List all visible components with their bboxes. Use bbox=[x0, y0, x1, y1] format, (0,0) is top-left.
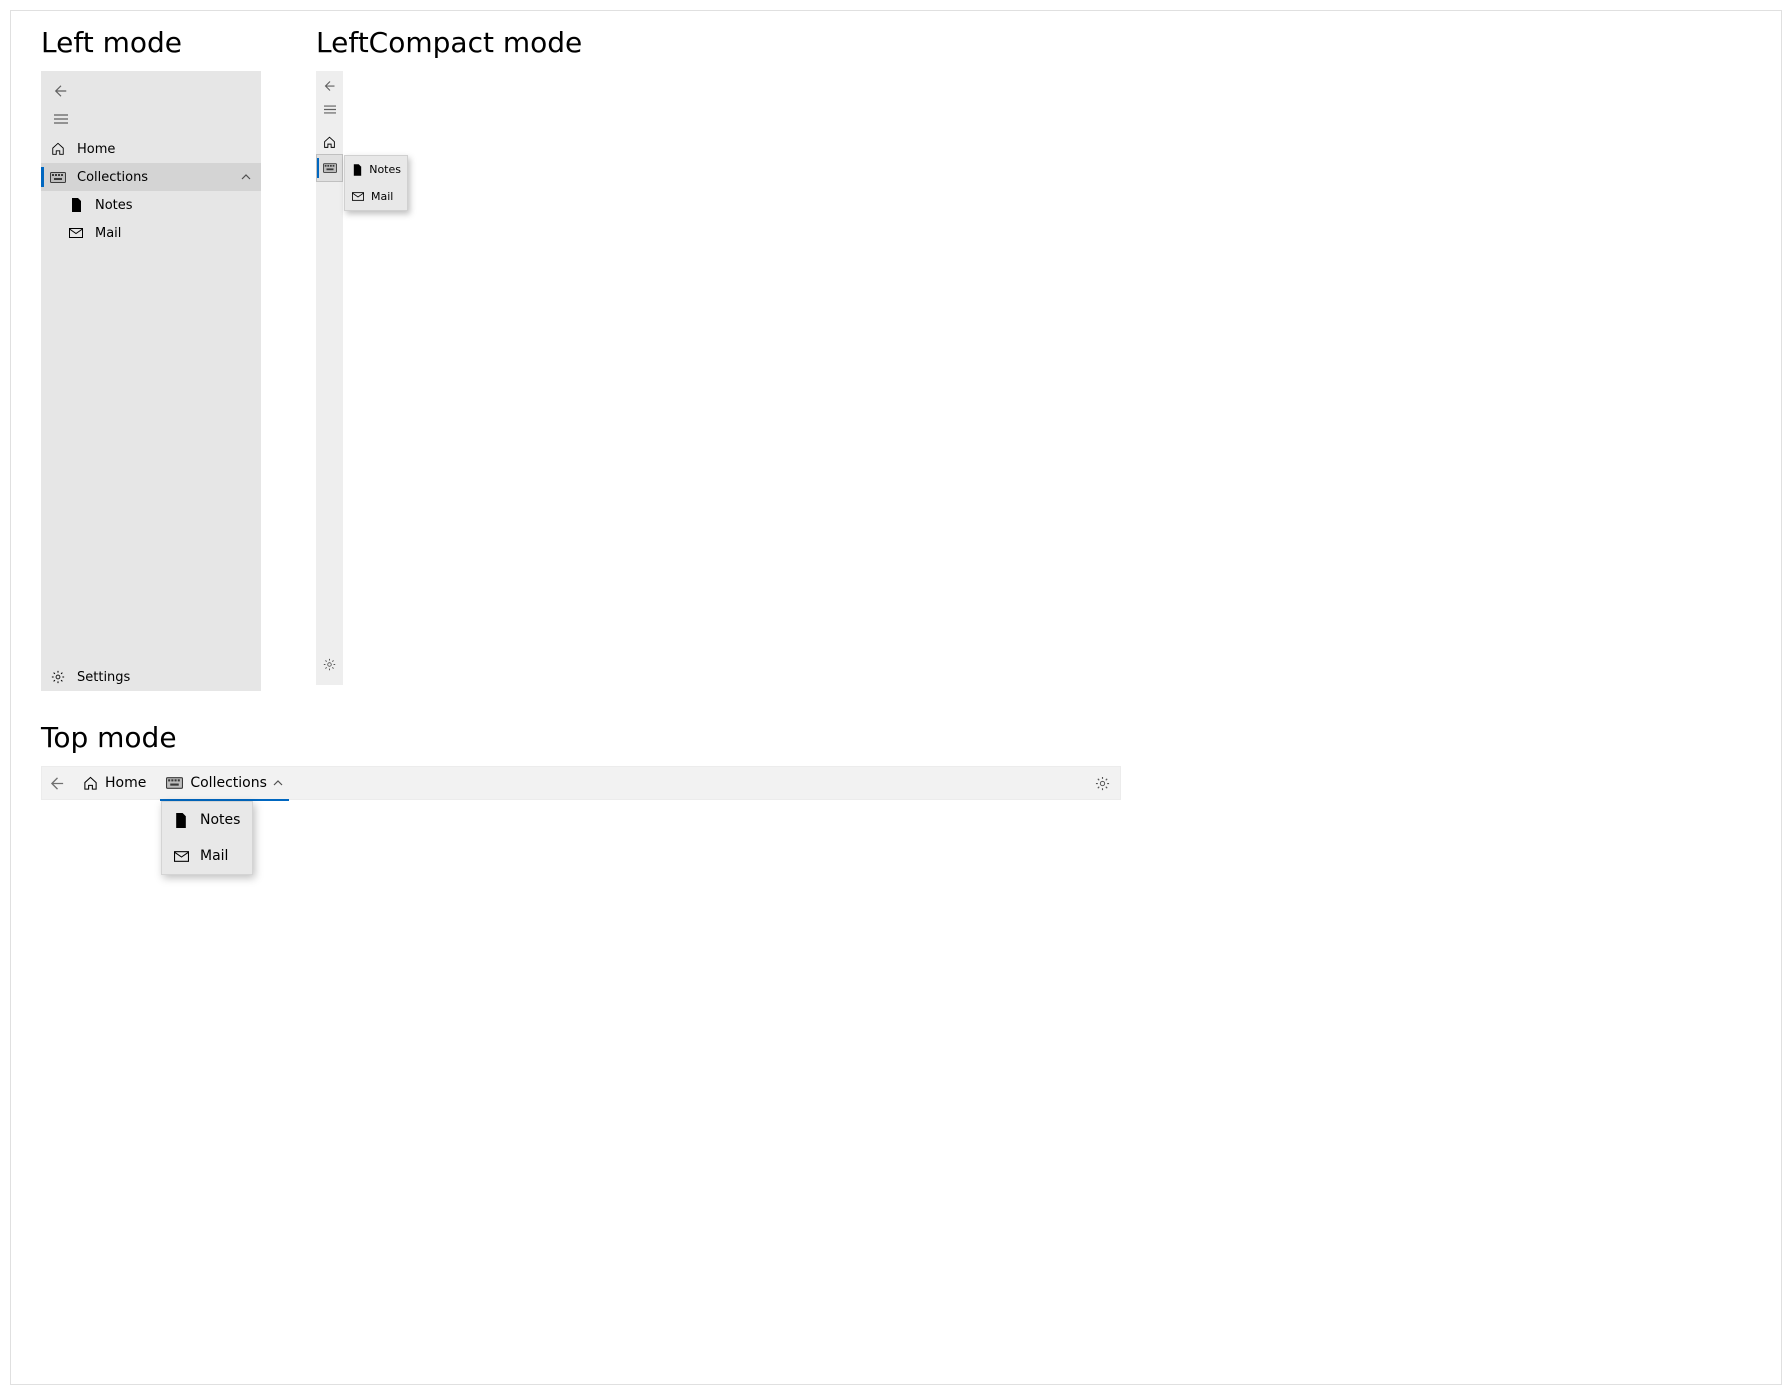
flyout-label-notes: Notes bbox=[369, 163, 401, 176]
keyboard-icon bbox=[323, 163, 337, 173]
compact-item-home[interactable] bbox=[317, 129, 342, 155]
top-flyout: Notes Mail bbox=[161, 801, 253, 875]
flyout-item-mail[interactable]: Mail bbox=[345, 183, 407, 210]
gear-icon bbox=[1095, 776, 1110, 791]
chevron-up-icon bbox=[241, 174, 251, 180]
document-icon bbox=[172, 813, 190, 828]
top-item-collections[interactable]: Collections bbox=[156, 766, 293, 800]
back-arrow-icon bbox=[324, 80, 336, 92]
top-flyout-item-notes[interactable]: Notes bbox=[162, 802, 252, 838]
hamburger-icon bbox=[324, 105, 336, 114]
nav-item-settings[interactable]: Settings bbox=[41, 663, 261, 691]
top-label-home: Home bbox=[105, 775, 146, 791]
nav-label-home: Home bbox=[77, 142, 251, 157]
gear-icon bbox=[49, 670, 67, 684]
top-back-button[interactable] bbox=[42, 766, 73, 800]
document-icon bbox=[351, 164, 363, 176]
chevron-up-icon bbox=[273, 780, 283, 786]
top-flyout-label-notes: Notes bbox=[200, 812, 240, 828]
top-mode-title: Top mode bbox=[41, 721, 1751, 754]
top-label-collections: Collections bbox=[190, 775, 267, 791]
home-icon bbox=[83, 776, 98, 791]
mail-icon bbox=[172, 851, 190, 862]
document-icon bbox=[67, 198, 85, 212]
compact-mode-title: LeftCompact mode bbox=[316, 26, 582, 59]
hamburger-button[interactable] bbox=[43, 105, 79, 133]
compact-item-settings[interactable] bbox=[317, 651, 342, 677]
keyboard-icon bbox=[166, 777, 183, 789]
compact-item-collections[interactable] bbox=[317, 155, 342, 181]
gear-icon bbox=[323, 658, 336, 671]
nav-item-notes[interactable]: Notes bbox=[41, 191, 261, 219]
mail-icon bbox=[67, 228, 85, 238]
back-arrow-icon bbox=[50, 776, 65, 791]
left-nav-pane: Home Collections Notes bbox=[41, 71, 261, 691]
compact-back-button[interactable] bbox=[317, 75, 342, 97]
top-item-settings[interactable] bbox=[1085, 766, 1120, 800]
left-mode-title: Left mode bbox=[41, 26, 261, 59]
top-flyout-item-mail[interactable]: Mail bbox=[162, 838, 252, 874]
back-button[interactable] bbox=[43, 77, 79, 105]
top-nav-bar: Home Collections bbox=[41, 766, 1121, 800]
compact-hamburger-button[interactable] bbox=[317, 97, 342, 121]
nav-label-mail: Mail bbox=[95, 226, 251, 241]
nav-label-settings: Settings bbox=[77, 670, 251, 685]
nav-item-home[interactable]: Home bbox=[41, 135, 261, 163]
nav-label-collections: Collections bbox=[77, 170, 241, 185]
nav-label-notes: Notes bbox=[95, 198, 251, 213]
top-item-home[interactable]: Home bbox=[73, 766, 156, 800]
top-flyout-label-mail: Mail bbox=[200, 848, 228, 864]
mail-icon bbox=[351, 192, 365, 201]
home-icon bbox=[49, 142, 67, 156]
nav-item-collections[interactable]: Collections bbox=[41, 163, 261, 191]
flyout-item-notes[interactable]: Notes bbox=[345, 156, 407, 183]
flyout-label-mail: Mail bbox=[371, 190, 393, 203]
hamburger-icon bbox=[54, 114, 68, 124]
home-icon bbox=[323, 136, 336, 149]
keyboard-icon bbox=[49, 172, 67, 183]
compact-flyout: Notes Mail bbox=[344, 155, 408, 211]
compact-nav-pane bbox=[316, 71, 343, 685]
nav-item-mail[interactable]: Mail bbox=[41, 219, 261, 247]
back-arrow-icon bbox=[54, 84, 68, 98]
